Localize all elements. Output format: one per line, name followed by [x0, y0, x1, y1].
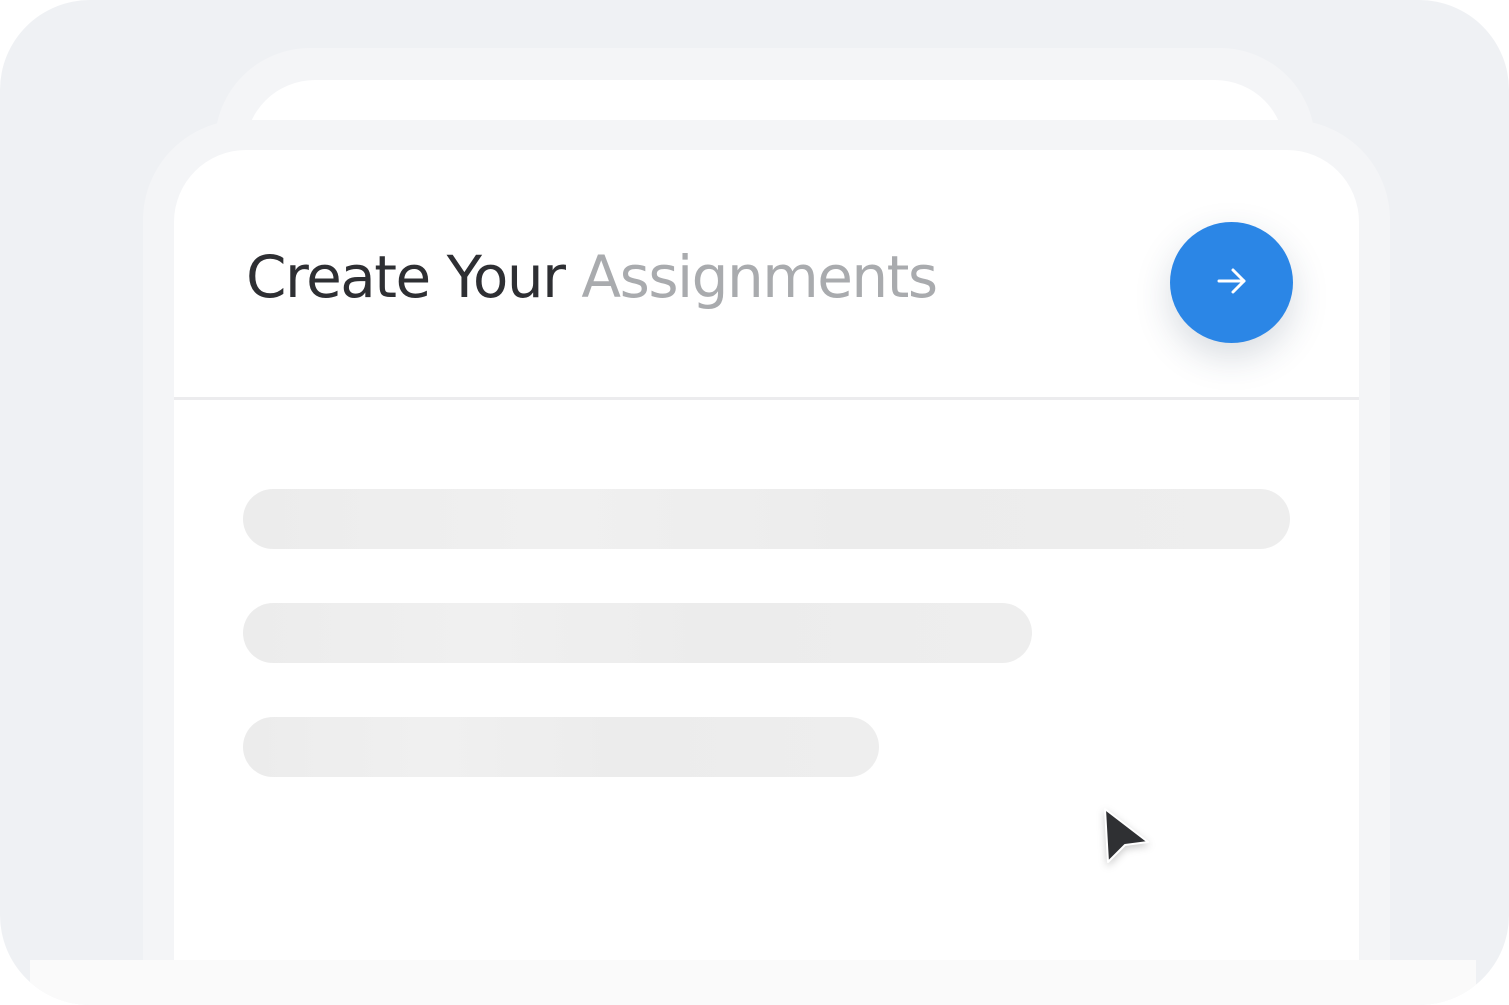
card-header: Create Your Assignments: [174, 150, 1359, 400]
arrow-right-icon: [1212, 261, 1252, 305]
mouse-cursor-icon: [1098, 804, 1154, 870]
card-title: Create Your Assignments: [246, 242, 938, 312]
card-title-primary: Create Your: [246, 243, 566, 311]
card-title-secondary: Assignments: [581, 243, 938, 311]
illustration-frame: Create Your Assignments: [0, 0, 1509, 1005]
skeleton-line: [243, 489, 1290, 549]
next-button[interactable]: [1170, 222, 1293, 343]
bottom-fade: [30, 960, 1476, 1005]
skeleton-line: [243, 717, 879, 777]
skeleton-line: [243, 603, 1032, 663]
assignment-card: Create Your Assignments: [174, 150, 1359, 1005]
